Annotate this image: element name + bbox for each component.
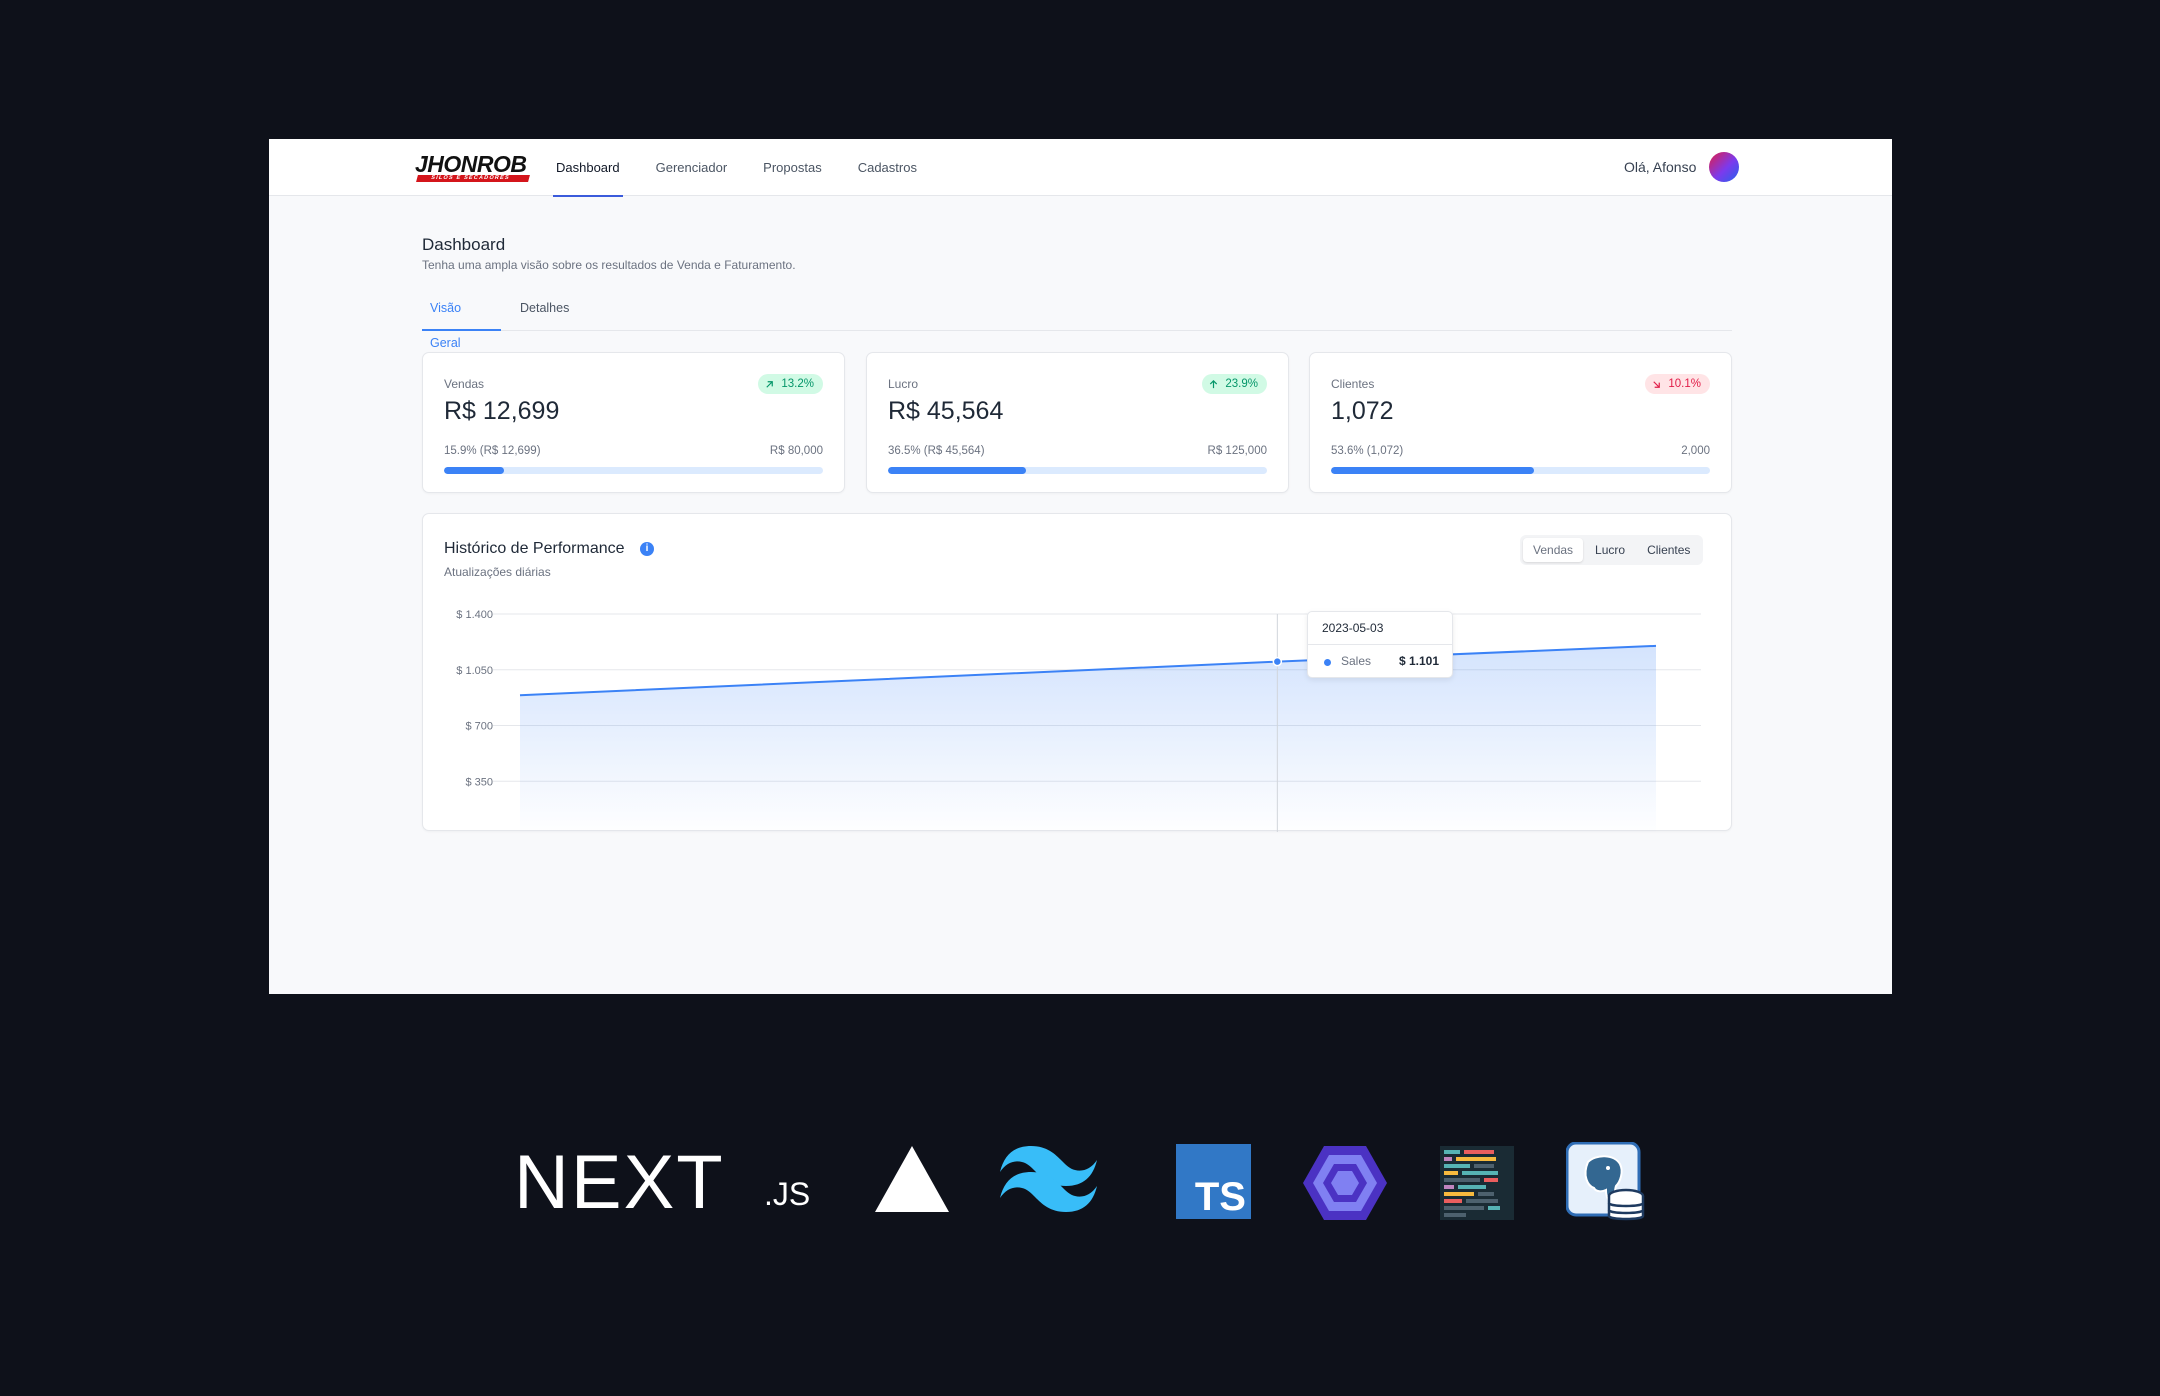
y-tick-label: $ 700	[465, 721, 493, 733]
typescript-label: TS	[1194, 1175, 1246, 1219]
delta-badge: 23.9%	[1202, 374, 1267, 394]
arrow-up-icon	[1210, 379, 1218, 388]
progress-fill	[888, 467, 1027, 474]
kpi-value: R$ 45,564	[888, 397, 1004, 425]
kpi-value: 1,072	[1331, 397, 1394, 425]
y-tick-label: $ 1.050	[456, 665, 493, 677]
tooltip-value: $ 1.101	[1398, 654, 1439, 668]
kpi-card-lucro: Lucro R$ 45,564 23.9% 36.5% (R$ 45,564) …	[866, 352, 1289, 493]
company-logo[interactable]: JHONROB SILOS E SECADORES	[415, 151, 533, 182]
app-window: JHONROB SILOS E SECADORES Dashboard Gere…	[269, 139, 1892, 994]
tooltip-series: Sales	[1341, 654, 1372, 668]
chart-title: Histórico de Performance	[444, 540, 625, 557]
kpi-value: R$ 12,699	[444, 397, 560, 425]
delta-badge: 13.2%	[758, 374, 823, 394]
y-tick-label: $ 1.400	[456, 609, 493, 621]
nav-cadastros[interactable]: Cadastros	[855, 139, 920, 196]
delta-value: 10.1%	[1668, 378, 1701, 390]
user-greeting: Olá, Afonso	[1624, 159, 1697, 175]
data-point	[1272, 656, 1283, 667]
eslint-icon	[1303, 1146, 1387, 1220]
nav-dashboard[interactable]: Dashboard	[553, 139, 623, 197]
chart-tooltip: 2023-05-03 Sales $ 1.101	[1307, 611, 1453, 678]
logo-tagline: SILOS E SECADORES	[430, 175, 511, 181]
info-icon[interactable]: i	[640, 542, 654, 556]
toggle-vendas[interactable]: Vendas	[1523, 538, 1584, 562]
nav-propostas[interactable]: Propostas	[760, 139, 825, 196]
performance-chart-card: $ 0$ 350$ 700$ 1.050$ 1.4002023-05-01202…	[422, 513, 1732, 832]
page-subtitle: Tenha uma ampla visão sobre os resultado…	[422, 258, 796, 272]
prettier-icon	[1440, 1146, 1514, 1220]
arrow-up-right-icon	[766, 380, 774, 388]
delta-value: 13.2%	[781, 378, 814, 390]
progress-bar	[444, 467, 823, 474]
progress-label: 53.6% (1,072)	[1331, 445, 1404, 457]
delta-badge: 10.1%	[1645, 374, 1710, 394]
progress-label: 36.5% (R$ 45,564)	[888, 445, 985, 457]
tailwind-icon	[1000, 1146, 1097, 1212]
kpi-card-vendas: Vendas R$ 12,699 13.2% 15.9% (R$ 12,699)…	[422, 352, 845, 493]
metric-toggle: Vendas Lucro Clientes	[1520, 535, 1704, 565]
postgresql-icon	[1566, 1142, 1645, 1221]
tooltip-date: 2023-05-03	[1308, 612, 1452, 645]
kpi-label: Clientes	[1331, 377, 1375, 391]
progress-bar	[1331, 467, 1710, 474]
logo-wordmark: JHONROB	[415, 151, 527, 177]
tab-visao-geral[interactable]: Visão Geral	[422, 291, 501, 350]
chart-subtitle: Atualizações diárias	[444, 565, 551, 579]
page-title: Dashboard	[422, 235, 506, 254]
typescript-icon: TS	[1176, 1144, 1251, 1219]
nextjs-logo: NEXT .JS	[514, 1140, 810, 1225]
progress-target: 2,000	[1681, 445, 1710, 457]
nextjs-suffix: .JS	[764, 1176, 811, 1212]
toggle-clientes[interactable]: Clientes	[1637, 538, 1700, 562]
toggle-lucro[interactable]: Lucro	[1585, 538, 1635, 562]
tab-detalhes[interactable]: Detalhes	[512, 291, 577, 331]
arrow-down-right-icon	[1653, 380, 1661, 388]
user-avatar[interactable]	[1709, 152, 1739, 182]
progress-fill	[444, 467, 505, 474]
progress-target: R$ 80,000	[769, 445, 823, 457]
progress-fill	[1331, 467, 1535, 474]
nav-gerenciador[interactable]: Gerenciador	[653, 139, 731, 196]
progress-target: R$ 125,000	[1207, 445, 1267, 457]
vercel-triangle-icon	[875, 1146, 949, 1212]
y-tick-label: $ 350	[465, 776, 493, 788]
progress-bar	[888, 467, 1267, 474]
kpi-card-clientes: Clientes 1,072 10.1% 53.6% (1,072) 2,000	[1309, 352, 1732, 493]
series-dot	[1324, 659, 1331, 666]
main-nav: Dashboard Gerenciador Propostas Cadastro…	[553, 139, 950, 197]
nextjs-wordmark: NEXT	[514, 1140, 725, 1225]
kpi-label: Lucro	[888, 377, 919, 391]
view-tabs: Visão Geral Detalhes	[422, 291, 1732, 350]
series-area-sales	[520, 645, 1656, 832]
kpi-label: Vendas	[444, 377, 485, 391]
delta-value: 23.9%	[1225, 378, 1258, 390]
progress-label: 15.9% (R$ 12,699)	[444, 445, 541, 457]
top-navigation-bar: JHONROB SILOS E SECADORES Dashboard Gere…	[269, 139, 1892, 197]
